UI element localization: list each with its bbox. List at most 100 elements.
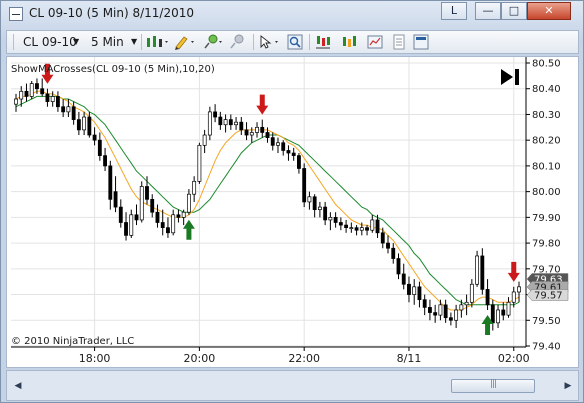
candle-body xyxy=(286,150,291,154)
data-box-icon[interactable] xyxy=(391,34,407,50)
y-tick-label: 79.40 xyxy=(532,342,561,353)
candle[interactable] xyxy=(475,250,480,287)
candle-body xyxy=(202,134,207,146)
candle-body xyxy=(365,227,369,231)
interval-dropdown-icon[interactable]: ▼ xyxy=(131,34,137,50)
candle[interactable] xyxy=(207,106,212,141)
cursor-icon[interactable] xyxy=(257,34,283,50)
candle-body xyxy=(239,121,244,131)
minimize-button[interactable]: — xyxy=(475,2,501,20)
candlestick-chart[interactable]: 80.50 80.40 80.30 80.20 80.10 80.00 79.90 79.80… xyxy=(7,57,578,367)
pin-icon[interactable] xyxy=(203,34,225,50)
candle-body xyxy=(186,193,191,213)
candle-body xyxy=(517,286,521,293)
candle-body xyxy=(255,126,259,133)
instrument-dropdown-icon[interactable]: ▼ xyxy=(73,34,79,50)
chart-panel[interactable]: 80.50 80.40 80.30 80.20 80.10 80.00 79.90 79.80… xyxy=(6,56,579,368)
candle[interactable] xyxy=(139,181,144,223)
scroll-left-icon[interactable]: ◀ xyxy=(11,379,25,393)
candle-body xyxy=(129,214,134,236)
candle-body xyxy=(234,121,238,126)
maximize-button[interactable]: □ xyxy=(501,2,527,20)
candle-body xyxy=(228,119,233,126)
candle-body xyxy=(270,137,275,146)
candle-body xyxy=(375,219,380,234)
x-tick-label: 02:00 xyxy=(498,352,530,365)
candle-body xyxy=(333,217,338,223)
candle-body xyxy=(485,289,490,306)
candle-body xyxy=(19,90,24,100)
candle[interactable] xyxy=(302,163,307,208)
candle-body xyxy=(281,142,286,151)
candle[interactable] xyxy=(197,142,202,184)
candle-body xyxy=(448,317,453,321)
candle-body xyxy=(82,116,87,131)
candle-body xyxy=(412,286,417,295)
chart-trader-icon[interactable] xyxy=(413,34,429,50)
candle-body xyxy=(443,304,448,319)
candle-body xyxy=(501,309,506,316)
properties-icon[interactable] xyxy=(367,34,383,50)
y-tick-label: 79.50 xyxy=(532,316,561,327)
candle-body xyxy=(218,116,223,126)
candle-body xyxy=(511,291,516,303)
candle-body xyxy=(354,227,359,231)
candle-body xyxy=(417,286,422,301)
candle-body xyxy=(76,119,81,131)
zoom-icon[interactable] xyxy=(287,34,303,50)
candle-body xyxy=(40,88,45,95)
candle-body xyxy=(407,283,411,295)
title-bar[interactable]: CL 09-10 (5 Min) 8/11/2010 L — □ ✕ xyxy=(1,1,583,29)
chart-toolbar: CL 09-10 ▼ 5 Min ▼ xyxy=(6,30,579,54)
candle-body xyxy=(71,106,76,120)
candle-body xyxy=(223,119,228,126)
y-tick-label: 80.00 xyxy=(532,187,561,198)
bars-icon[interactable] xyxy=(145,34,169,50)
pencil-icon[interactable] xyxy=(173,34,197,50)
pin-gray-icon[interactable] xyxy=(229,34,249,50)
chart-window: CL 09-10 (5 Min) 8/11/2010 L — □ ✕ CL 09… xyxy=(0,0,584,403)
scroll-right-icon[interactable]: ▶ xyxy=(561,379,575,393)
candle-body xyxy=(249,132,254,136)
candle-body xyxy=(124,222,128,236)
close-button[interactable]: ✕ xyxy=(527,2,571,20)
candle-body xyxy=(480,255,485,290)
y-tick-label: 80.50 xyxy=(532,59,561,70)
candle-body xyxy=(197,144,202,182)
candle-body xyxy=(302,168,307,203)
candle-body xyxy=(166,227,170,234)
candle[interactable] xyxy=(29,81,34,100)
candle-body xyxy=(45,93,50,102)
candle-body xyxy=(276,142,280,146)
candle-body xyxy=(244,129,249,136)
window-title: CL 09-10 (5 Min) 8/11/2010 xyxy=(29,6,195,20)
candle-body xyxy=(490,304,495,324)
candle-body xyxy=(29,83,34,97)
candle-body xyxy=(307,196,312,203)
candle-body xyxy=(50,96,55,102)
candle-body xyxy=(213,111,218,118)
horizontal-scrollbar[interactable]: ◀ ▶ xyxy=(6,370,579,401)
candle-body xyxy=(145,186,149,200)
link-button[interactable]: L xyxy=(441,2,467,20)
indicators-icon[interactable] xyxy=(315,34,331,50)
x-tick-label: 18:00 xyxy=(79,352,111,365)
candle-body xyxy=(66,106,71,113)
candle-body xyxy=(265,132,270,138)
candle-body xyxy=(176,214,181,218)
strategies-icon[interactable] xyxy=(341,34,357,50)
instrument-selector[interactable]: CL 09-10 xyxy=(23,34,77,50)
plot-background[interactable] xyxy=(11,57,526,347)
candle-body xyxy=(454,309,459,321)
y-tick-label: 80.20 xyxy=(532,136,561,147)
candle-body xyxy=(35,83,39,90)
candle-body xyxy=(433,312,438,316)
candle-body xyxy=(386,242,390,249)
candle-body xyxy=(323,206,328,221)
candle-body xyxy=(134,214,139,221)
scroll-thumb[interactable] xyxy=(451,379,535,393)
candle-body xyxy=(469,283,474,303)
candle-body xyxy=(118,206,123,223)
interval-selector[interactable]: 5 Min xyxy=(91,34,124,50)
candle-body xyxy=(171,214,176,234)
